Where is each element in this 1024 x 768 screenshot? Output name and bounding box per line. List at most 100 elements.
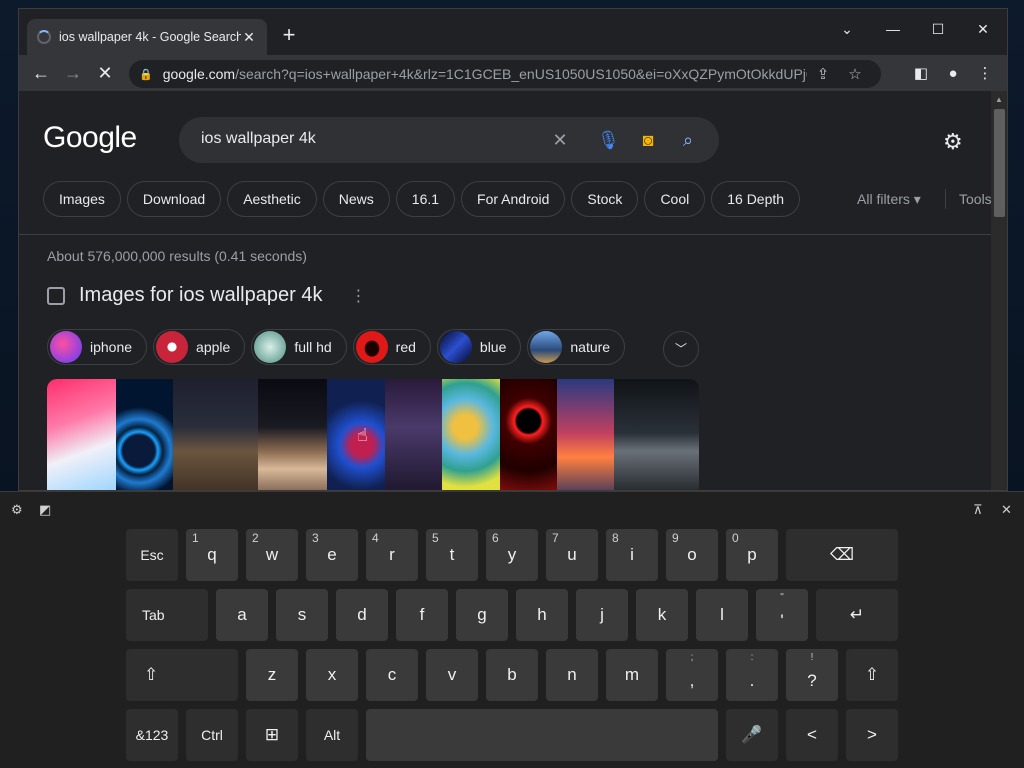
google-logo[interactable]: Google <box>43 121 137 155</box>
image-thumbnail[interactable] <box>557 379 614 490</box>
shift-right-key[interactable]: ⇧ <box>846 649 898 701</box>
minimize-button[interactable]: — <box>877 17 909 41</box>
clear-search-icon[interactable]: ✕ <box>549 129 571 151</box>
key-b[interactable]: b <box>486 649 538 701</box>
key-esc[interactable]: Esc <box>126 529 178 581</box>
expand-pills-chevron-icon[interactable]: ﹀ <box>663 331 699 367</box>
dictation-microphone-icon[interactable]: 🎤 <box>726 709 778 761</box>
key-alt[interactable]: Alt <box>306 709 358 761</box>
key-symbols[interactable]: &123 <box>126 709 178 761</box>
search-submit-icon[interactable]: ⌕ <box>677 129 699 151</box>
key-d[interactable]: d <box>336 589 388 641</box>
image-thumbnail[interactable] <box>500 379 557 490</box>
keyboard-settings-icon[interactable]: ⚙ <box>11 502 23 518</box>
keyboard-dock-icon[interactable]: ⊼ <box>973 502 983 518</box>
pill-nature[interactable]: nature <box>527 329 626 365</box>
page-scrollbar[interactable]: ▲ <box>991 91 1007 490</box>
filter-chip-images[interactable]: Images <box>43 181 121 217</box>
filter-chip-16-depth[interactable]: 16 Depth <box>711 181 801 217</box>
lens-camera-icon[interactable]: ◙ <box>637 129 659 151</box>
image-thumbnail[interactable] <box>173 379 258 490</box>
stop-button[interactable]: ✕ <box>89 57 121 89</box>
key-h[interactable]: h <box>516 589 568 641</box>
key-u[interactable]: 7u <box>546 529 598 581</box>
menu-kebab-icon[interactable]: ⋮ <box>969 57 1001 89</box>
images-section-title[interactable]: Images for ios wallpaper 4k <box>79 284 322 307</box>
image-thumbnail[interactable] <box>385 379 442 490</box>
key-v[interactable]: v <box>426 649 478 701</box>
key-k[interactable]: k <box>636 589 688 641</box>
filter-chip-cool[interactable]: Cool <box>644 181 706 217</box>
key-j[interactable]: j <box>576 589 628 641</box>
key-o[interactable]: 9o <box>666 529 718 581</box>
key-n[interactable]: n <box>546 649 598 701</box>
key-a[interactable]: a <box>216 589 268 641</box>
key-l[interactable]: l <box>696 589 748 641</box>
maximize-button[interactable]: ☐ <box>922 17 954 41</box>
tab-search-button[interactable]: ⌄ <box>831 17 863 41</box>
pill-blue[interactable]: blue <box>436 329 522 365</box>
pill-apple[interactable]: apple <box>153 329 246 365</box>
image-thumbnail[interactable] <box>442 379 500 490</box>
tab-close-icon[interactable]: ✕ <box>241 29 257 46</box>
filter-chip-aesthetic[interactable]: Aesthetic <box>227 181 317 217</box>
filter-chip-news[interactable]: News <box>322 181 390 217</box>
scroll-up-icon[interactable]: ▲ <box>995 95 1003 104</box>
key-tab[interactable]: Tab <box>126 589 208 641</box>
all-filters-button[interactable]: All filters ▾ <box>857 191 921 208</box>
profile-icon[interactable]: ● <box>937 57 969 89</box>
key-y[interactable]: 6y <box>486 529 538 581</box>
key-p[interactable]: 0p <box>726 529 778 581</box>
image-thumbnail[interactable] <box>327 379 385 490</box>
filter-chip-stock[interactable]: Stock <box>571 181 639 217</box>
key-s[interactable]: s <box>276 589 328 641</box>
key-c[interactable]: c <box>366 649 418 701</box>
close-window-button[interactable]: ✕ <box>967 17 999 41</box>
voice-search-icon[interactable]: 🎙 <box>597 129 620 151</box>
key-r[interactable]: 4r <box>366 529 418 581</box>
shift-left-key[interactable]: ⇧ <box>126 649 238 701</box>
search-input[interactable]: ios wallpaper 4k <box>201 130 316 148</box>
address-bar[interactable]: 🔒 google.com/search?q=ios+wallpaper+4k&r… <box>129 60 881 88</box>
scroll-thumb[interactable] <box>994 109 1005 217</box>
key-q[interactable]: 1q <box>186 529 238 581</box>
new-tab-button[interactable]: + <box>277 23 301 47</box>
arrow-right-key[interactable]: > <box>846 709 898 761</box>
key-ctrl[interactable]: Ctrl <box>186 709 238 761</box>
backspace-key[interactable]: ⌫ <box>786 529 898 581</box>
back-button[interactable]: ← <box>25 57 57 89</box>
tools-button[interactable]: Tools <box>959 191 992 207</box>
url-text[interactable]: google.com/search?q=ios+wallpaper+4k&rlz… <box>163 66 807 82</box>
forward-button[interactable]: → <box>57 57 89 89</box>
key-i[interactable]: 8i <box>606 529 658 581</box>
key-g[interactable]: g <box>456 589 508 641</box>
enter-key[interactable]: ↵ <box>816 589 898 641</box>
key-x[interactable]: x <box>306 649 358 701</box>
key-question[interactable]: !? <box>786 649 838 701</box>
arrow-left-key[interactable]: < <box>786 709 838 761</box>
key-t[interactable]: 5t <box>426 529 478 581</box>
filter-chip-for-android[interactable]: For Android <box>461 181 566 217</box>
filter-chip-16-1[interactable]: 16.1 <box>395 181 456 217</box>
key-comma[interactable]: ;, <box>666 649 718 701</box>
pill-iphone[interactable]: iphone <box>47 329 148 365</box>
filter-chip-download[interactable]: Download <box>126 181 222 217</box>
settings-gear-icon[interactable]: ⚙ <box>943 129 963 155</box>
image-thumbnail[interactable] <box>258 379 327 490</box>
key-z[interactable]: z <box>246 649 298 701</box>
bookmark-star-icon[interactable]: ☆ <box>839 65 871 83</box>
key-m[interactable]: m <box>606 649 658 701</box>
spacebar-key[interactable] <box>366 709 718 761</box>
pill-red[interactable]: red <box>352 329 431 365</box>
key-f[interactable]: f <box>396 589 448 641</box>
browser-tab[interactable]: ios wallpaper 4k - Google Search ✕ <box>27 19 267 55</box>
share-icon[interactable]: ⇪ <box>807 65 839 83</box>
windows-key-icon[interactable]: ⊞ <box>246 709 298 761</box>
image-thumbnail[interactable] <box>47 379 116 490</box>
keyboard-layout-icon[interactable]: ◩ <box>39 502 51 518</box>
side-panel-icon[interactable]: ◧ <box>905 57 937 89</box>
image-thumbnail[interactable] <box>116 379 173 490</box>
key-period[interactable]: :. <box>726 649 778 701</box>
image-thumbnail[interactable] <box>614 379 699 490</box>
key-apostrophe[interactable]: " ' <box>756 589 808 641</box>
